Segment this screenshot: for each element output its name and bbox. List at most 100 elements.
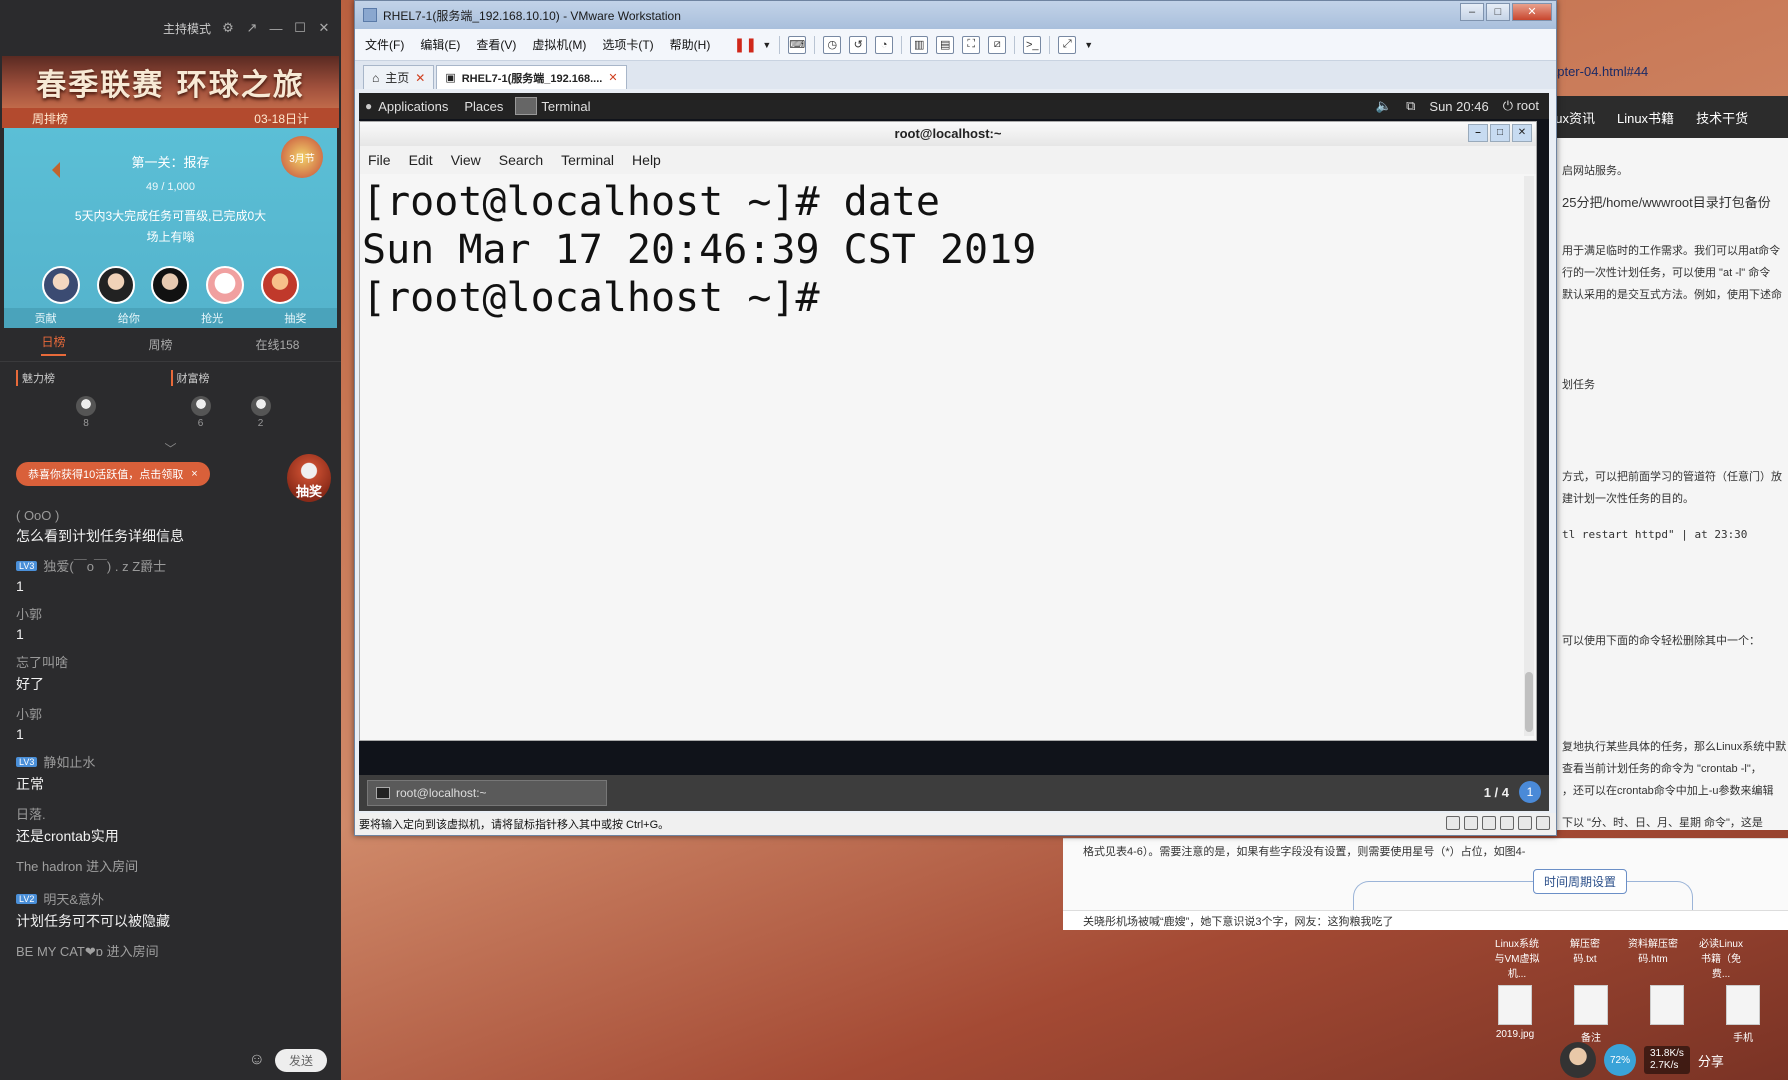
desktop-file[interactable]: 必读Linux书籍（免费...: [1696, 935, 1746, 980]
terminal-scrollbar[interactable]: [1524, 176, 1534, 736]
maximize-button[interactable]: □: [1490, 124, 1510, 142]
close-button[interactable]: ✕: [1512, 3, 1552, 21]
avatar[interactable]: [206, 266, 245, 304]
applications-menu[interactable]: ● Applications: [365, 99, 448, 114]
vmware-titlebar[interactable]: RHEL7-1(服务端_192.168.10.10) - VMware Work…: [355, 1, 1556, 29]
avatar[interactable]: [96, 266, 135, 304]
desktop-file[interactable]: Linux系统与VM虚拟机...: [1492, 935, 1542, 980]
vm-screen[interactable]: ● Applications Places Terminal 🔈 ⧉ Sun 2…: [359, 93, 1549, 811]
desktop-file[interactable]: 备注: [1566, 985, 1616, 1044]
stretch-dropdown-icon[interactable]: ▼: [1084, 40, 1093, 50]
taskbar-terminal-item[interactable]: root@localhost:~: [367, 780, 607, 806]
terminal-app-label[interactable]: Terminal: [541, 99, 590, 114]
terminal-menu-view[interactable]: View: [451, 152, 481, 168]
menu-tabs[interactable]: 选项卡(T): [602, 36, 653, 53]
streamer-avatar[interactable]: [1560, 1042, 1596, 1078]
terminal-menu-terminal[interactable]: Terminal: [561, 152, 614, 168]
task-tab[interactable]: 贡献: [35, 310, 57, 326]
tab-online[interactable]: 在线158: [255, 336, 299, 353]
menu-vm[interactable]: 虚拟机(M): [532, 36, 586, 53]
pause-dropdown-icon[interactable]: ▼: [762, 40, 771, 50]
avatar[interactable]: [151, 266, 190, 304]
menu-edit[interactable]: 编辑(E): [420, 36, 460, 53]
terminal-menu-search[interactable]: Search: [499, 152, 543, 168]
avatar[interactable]: [42, 266, 81, 304]
maximize-icon[interactable]: ☐: [293, 20, 307, 36]
emoji-icon[interactable]: ☺: [249, 1051, 265, 1069]
settings-icon[interactable]: ⚙: [221, 20, 235, 36]
chat-username[interactable]: 小郭: [16, 704, 325, 723]
clock[interactable]: Sun 20:46: [1429, 99, 1488, 114]
desktop-file[interactable]: [1642, 985, 1692, 1044]
prev-arrow-icon[interactable]: [52, 162, 60, 178]
desktop-file[interactable]: 资料解压密码.htm: [1628, 935, 1678, 980]
send-button[interactable]: 发送: [274, 1048, 327, 1072]
message-icon[interactable]: [1518, 816, 1532, 830]
places-menu[interactable]: Places: [464, 99, 503, 114]
tab-home[interactable]: ⌂ 主页 ✕: [363, 65, 435, 89]
stretch-icon[interactable]: ⤢: [1058, 35, 1077, 54]
chat-username[interactable]: 明天&意外: [43, 889, 104, 908]
lottery-button[interactable]: 抽奖: [287, 454, 331, 502]
task-tab[interactable]: 给你: [118, 310, 140, 326]
chat-username[interactable]: 静如止水: [43, 752, 95, 771]
task-tab[interactable]: 抢光: [201, 310, 223, 326]
fullscreen-icon[interactable]: ⛶: [962, 35, 981, 54]
wealth-board-title[interactable]: 财富榜: [170, 370, 326, 386]
charm-board-title[interactable]: 魅力榜: [16, 370, 171, 386]
news-ticker[interactable]: 关晓彤机场被喊“鹿嫂”，她下意识说3个字，网友：这狗粮我吃了: [1063, 910, 1788, 930]
volume-icon[interactable]: 🔈: [1376, 98, 1392, 114]
browser-url[interactable]: apter-04.html#44: [1550, 64, 1648, 79]
tab-daily[interactable]: 日榜: [41, 333, 66, 356]
close-tab-icon[interactable]: ✕: [415, 71, 425, 85]
close-icon[interactable]: ×: [191, 468, 197, 480]
avatar[interactable]: [260, 266, 299, 304]
network-icon[interactable]: ⧉: [1406, 98, 1415, 114]
minimize-button[interactable]: –: [1460, 3, 1484, 21]
terminal-output[interactable]: [root@localhost ~]# date Sun Mar 17 20:46…: [360, 174, 1536, 326]
hdd-icon[interactable]: [1446, 816, 1460, 830]
terminal-titlebar[interactable]: root@localhost:~ – □ ✕: [360, 122, 1536, 146]
scrollbar-thumb[interactable]: [1525, 672, 1533, 732]
nav-item[interactable]: 技术干货: [1696, 108, 1748, 127]
unity-icon[interactable]: ⧄: [988, 35, 1007, 54]
chat-username[interactable]: ( OoO ): [16, 508, 325, 523]
terminal-menu-file[interactable]: File: [368, 152, 391, 168]
board-entry[interactable]: 6: [190, 396, 211, 429]
task-tab[interactable]: 抽奖: [284, 310, 306, 326]
close-tab-icon[interactable]: ✕: [608, 71, 617, 84]
chevron-down-icon[interactable]: ﹀: [0, 440, 341, 456]
desktop-file[interactable]: 2019.jpg: [1490, 985, 1540, 1044]
network-adapter-icon[interactable]: [1482, 816, 1496, 830]
chat-username[interactable]: 小郭: [16, 604, 325, 623]
host-mode-label[interactable]: 主持模式: [163, 20, 211, 37]
desktop-file[interactable]: 手机: [1718, 985, 1768, 1044]
thumbnail-view-icon[interactable]: ▤: [936, 35, 955, 54]
library-view-icon[interactable]: ▥: [910, 35, 929, 54]
board-entry[interactable]: 2: [250, 396, 271, 429]
close-button[interactable]: ✕: [1512, 124, 1532, 142]
usb-icon[interactable]: [1500, 816, 1514, 830]
terminal-menu-help[interactable]: Help: [632, 152, 661, 168]
cdrom-icon[interactable]: [1464, 816, 1478, 830]
terminal-menu-edit[interactable]: Edit: [409, 152, 433, 168]
console-icon[interactable]: >_: [1023, 35, 1042, 54]
menu-file[interactable]: 文件(F): [365, 36, 404, 53]
event-badge-icon[interactable]: 3月节: [281, 136, 323, 178]
close-icon[interactable]: ✕: [317, 20, 331, 36]
maximize-button[interactable]: □: [1486, 3, 1510, 21]
share-button[interactable]: 分享: [1698, 1051, 1724, 1070]
nav-item[interactable]: Linux书籍: [1617, 108, 1674, 127]
tab-vm[interactable]: ▣ RHEL7-1(服务端_192.168.... ✕: [436, 65, 627, 89]
menu-help[interactable]: 帮助(H): [670, 36, 711, 53]
share-icon[interactable]: ↗: [245, 20, 259, 36]
minimize-button[interactable]: –: [1468, 124, 1488, 142]
chat-username[interactable]: 日落.: [16, 804, 325, 823]
revert-snapshot-icon[interactable]: ↺: [849, 35, 868, 54]
snapshot-manager-icon[interactable]: ◔: [875, 35, 894, 54]
event-banner[interactable]: 春季联赛 环球之旅: [2, 56, 339, 108]
gift-notification[interactable]: 恭喜你获得10活跃值，点击领取 ×: [16, 462, 210, 486]
menu-view[interactable]: 查看(V): [476, 36, 516, 53]
user-menu[interactable]: ⏻ root: [1503, 98, 1539, 114]
board-entry[interactable]: 8: [76, 396, 96, 429]
